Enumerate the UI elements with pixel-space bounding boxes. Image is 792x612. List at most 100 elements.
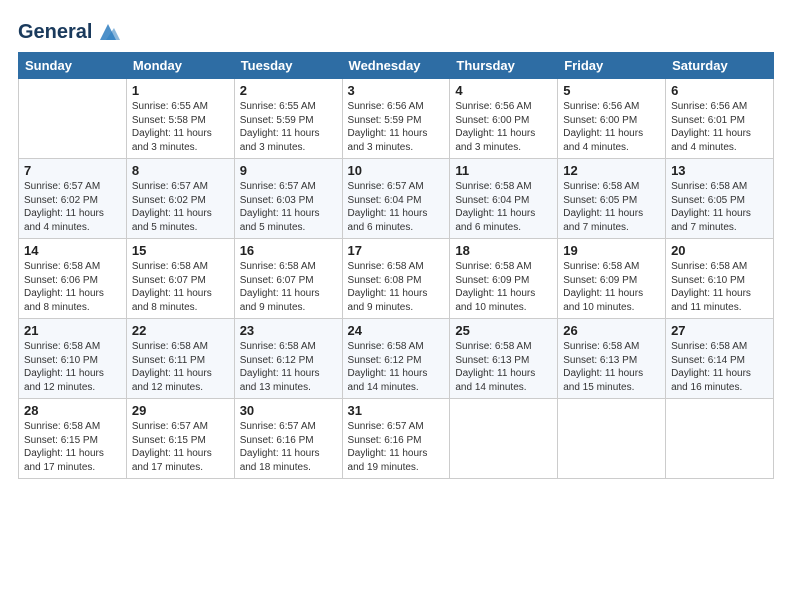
day-info: Sunrise: 6:57 AMSunset: 6:02 PMDaylight:… <box>132 180 229 234</box>
calendar-cell: 31Sunrise: 6:57 AMSunset: 6:16 PMDayligh… <box>342 399 450 479</box>
day-info: Sunrise: 6:56 AMSunset: 6:00 PMDaylight:… <box>563 100 660 154</box>
day-info: Sunrise: 6:58 AMSunset: 6:10 PMDaylight:… <box>671 260 768 314</box>
page: General SundayMondayTuesdayWednesdayThur… <box>0 0 792 612</box>
day-number: 11 <box>455 163 552 178</box>
calendar-cell: 16 Sunrise: 6:58 AMSunset: 6:07 PMDayligh… <box>234 239 342 319</box>
calendar-cell: 14Sunrise: 6:58 AMSunset: 6:06 PMDayligh… <box>19 239 127 319</box>
day-number: 18 <box>455 243 552 258</box>
day-info: Sunrise: 6:55 AMSunset: 5:59 PMDaylight:… <box>240 100 337 154</box>
day-info: Sunrise: 6:56 AMSunset: 6:01 PMDaylight:… <box>671 100 768 154</box>
week-row-5: 28 Sunrise: 6:58 AMSunset: 6:15 PMDayligh… <box>19 399 774 479</box>
calendar-cell <box>666 399 774 479</box>
day-info: Sunrise: 6:58 AMSunset: 6:07 PMDaylight:… <box>132 260 229 314</box>
day-number: 5 <box>563 83 660 98</box>
calendar-cell: 3 Sunrise: 6:56 AMSunset: 5:59 PMDaylight… <box>342 79 450 159</box>
week-row-1: 1 Sunrise: 6:55 AMSunset: 5:58 PMDaylight… <box>19 79 774 159</box>
calendar-cell <box>450 399 558 479</box>
calendar-table: SundayMondayTuesdayWednesdayThursdayFrid… <box>18 52 774 479</box>
weekday-header-row: SundayMondayTuesdayWednesdayThursdayFrid… <box>19 53 774 79</box>
day-number: 13 <box>671 163 768 178</box>
calendar-cell <box>19 79 127 159</box>
day-info: Sunrise: 6:58 AMSunset: 6:15 PMDaylight:… <box>24 420 121 474</box>
day-number: 17 <box>348 243 445 258</box>
day-info: Sunrise: 6:58 AMSunset: 6:13 PMDaylight:… <box>455 340 552 394</box>
calendar-cell: 9 Sunrise: 6:57 AMSunset: 6:03 PMDaylight… <box>234 159 342 239</box>
day-number: 26 <box>563 323 660 338</box>
day-number: 19 <box>563 243 660 258</box>
calendar-cell: 28 Sunrise: 6:58 AMSunset: 6:15 PMDayligh… <box>19 399 127 479</box>
calendar-cell: 25 Sunrise: 6:58 AMSunset: 6:13 PMDayligh… <box>450 319 558 399</box>
day-number: 22 <box>132 323 229 338</box>
calendar-cell: 10 Sunrise: 6:57 AMSunset: 6:04 PMDayligh… <box>342 159 450 239</box>
calendar-cell: 7Sunrise: 6:57 AMSunset: 6:02 PMDaylight… <box>19 159 127 239</box>
day-number: 20 <box>671 243 768 258</box>
weekday-sunday: Sunday <box>19 53 127 79</box>
day-number: 27 <box>671 323 768 338</box>
weekday-saturday: Saturday <box>666 53 774 79</box>
day-info: Sunrise: 6:58 AMSunset: 6:13 PMDaylight:… <box>563 340 660 394</box>
day-number: 31 <box>348 403 445 418</box>
week-row-3: 14Sunrise: 6:58 AMSunset: 6:06 PMDayligh… <box>19 239 774 319</box>
calendar-cell: 6Sunrise: 6:56 AMSunset: 6:01 PMDaylight… <box>666 79 774 159</box>
calendar-cell: 29Sunrise: 6:57 AMSunset: 6:15 PMDayligh… <box>126 399 234 479</box>
logo: General <box>18 18 122 46</box>
day-info: Sunrise: 6:55 AMSunset: 5:58 PMDaylight:… <box>132 100 229 154</box>
calendar-cell: 18Sunrise: 6:58 AMSunset: 6:09 PMDayligh… <box>450 239 558 319</box>
calendar-cell: 24 Sunrise: 6:58 AMSunset: 6:12 PMDayligh… <box>342 319 450 399</box>
day-number: 24 <box>348 323 445 338</box>
day-number: 25 <box>455 323 552 338</box>
day-info: Sunrise: 6:58 AMSunset: 6:08 PMDaylight:… <box>348 260 445 314</box>
day-info: Sunrise: 6:58 AMSunset: 6:10 PMDaylight:… <box>24 340 121 394</box>
weekday-tuesday: Tuesday <box>234 53 342 79</box>
day-info: Sunrise: 6:57 AMSunset: 6:02 PMDaylight:… <box>24 180 121 234</box>
day-number: 15 <box>132 243 229 258</box>
day-info: Sunrise: 6:58 AMSunset: 6:12 PMDaylight:… <box>348 340 445 394</box>
day-number: 8 <box>132 163 229 178</box>
day-number: 30 <box>240 403 337 418</box>
calendar-cell: 11Sunrise: 6:58 AMSunset: 6:04 PMDayligh… <box>450 159 558 239</box>
logo-text: General <box>18 21 92 43</box>
logo-icon <box>94 18 122 46</box>
calendar-cell: 22 Sunrise: 6:58 AMSunset: 6:11 PMDayligh… <box>126 319 234 399</box>
day-number: 21 <box>24 323 121 338</box>
calendar-cell: 20 Sunrise: 6:58 AMSunset: 6:10 PMDayligh… <box>666 239 774 319</box>
week-row-4: 21 Sunrise: 6:58 AMSunset: 6:10 PMDayligh… <box>19 319 774 399</box>
calendar-cell: 26 Sunrise: 6:58 AMSunset: 6:13 PMDayligh… <box>558 319 666 399</box>
calendar-cell <box>558 399 666 479</box>
day-info: Sunrise: 6:58 AMSunset: 6:14 PMDaylight:… <box>671 340 768 394</box>
day-number: 16 <box>240 243 337 258</box>
day-number: 9 <box>240 163 337 178</box>
weekday-thursday: Thursday <box>450 53 558 79</box>
day-info: Sunrise: 6:56 AMSunset: 5:59 PMDaylight:… <box>348 100 445 154</box>
calendar-cell: 12Sunrise: 6:58 AMSunset: 6:05 PMDayligh… <box>558 159 666 239</box>
day-info: Sunrise: 6:58 AMSunset: 6:09 PMDaylight:… <box>563 260 660 314</box>
day-info: Sunrise: 6:57 AMSunset: 6:16 PMDaylight:… <box>240 420 337 474</box>
day-info: Sunrise: 6:56 AMSunset: 6:00 PMDaylight:… <box>455 100 552 154</box>
calendar-cell: 21 Sunrise: 6:58 AMSunset: 6:10 PMDayligh… <box>19 319 127 399</box>
day-number: 1 <box>132 83 229 98</box>
day-number: 10 <box>348 163 445 178</box>
day-info: Sunrise: 6:57 AMSunset: 6:03 PMDaylight:… <box>240 180 337 234</box>
weekday-wednesday: Wednesday <box>342 53 450 79</box>
header: General <box>18 18 774 46</box>
day-number: 2 <box>240 83 337 98</box>
calendar-cell: 1 Sunrise: 6:55 AMSunset: 5:58 PMDaylight… <box>126 79 234 159</box>
day-info: Sunrise: 6:57 AMSunset: 6:15 PMDaylight:… <box>132 420 229 474</box>
calendar-cell: 23 Sunrise: 6:58 AMSunset: 6:12 PMDayligh… <box>234 319 342 399</box>
day-info: Sunrise: 6:58 AMSunset: 6:07 PMDaylight:… <box>240 260 337 314</box>
calendar-cell: 2 Sunrise: 6:55 AMSunset: 5:59 PMDaylight… <box>234 79 342 159</box>
day-info: Sunrise: 6:57 AMSunset: 6:04 PMDaylight:… <box>348 180 445 234</box>
day-number: 3 <box>348 83 445 98</box>
weekday-friday: Friday <box>558 53 666 79</box>
day-info: Sunrise: 6:58 AMSunset: 6:11 PMDaylight:… <box>132 340 229 394</box>
day-number: 23 <box>240 323 337 338</box>
day-number: 14 <box>24 243 121 258</box>
calendar-cell: 27 Sunrise: 6:58 AMSunset: 6:14 PMDayligh… <box>666 319 774 399</box>
day-number: 4 <box>455 83 552 98</box>
calendar-cell: 30 Sunrise: 6:57 AMSunset: 6:16 PMDayligh… <box>234 399 342 479</box>
calendar-cell: 8 Sunrise: 6:57 AMSunset: 6:02 PMDaylight… <box>126 159 234 239</box>
calendar-cell: 15 Sunrise: 6:58 AMSunset: 6:07 PMDayligh… <box>126 239 234 319</box>
calendar-cell: 13Sunrise: 6:58 AMSunset: 6:05 PMDayligh… <box>666 159 774 239</box>
day-number: 28 <box>24 403 121 418</box>
day-info: Sunrise: 6:58 AMSunset: 6:12 PMDaylight:… <box>240 340 337 394</box>
